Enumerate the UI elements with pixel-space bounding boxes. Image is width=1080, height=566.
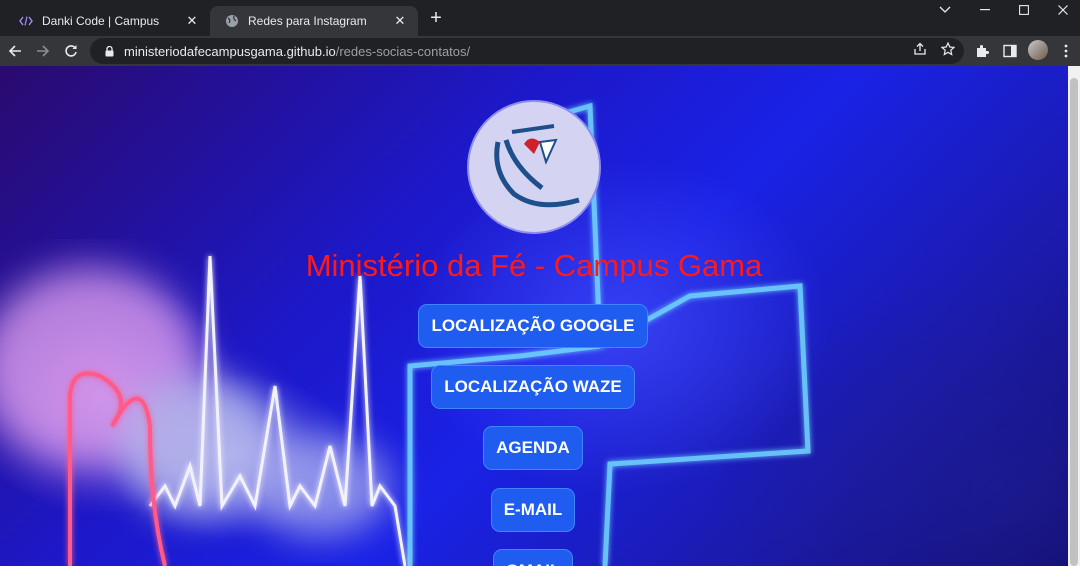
url-path: /redes-socias-contatos/ — [335, 43, 471, 59]
page-scrollbar[interactable] — [1068, 66, 1080, 566]
dove-logo-icon — [494, 124, 580, 208]
tab-redes-instagram[interactable]: Redes para Instagram ✕ — [210, 6, 418, 36]
page-viewport: Ministério da Fé - Campus Gama LOCALIZAÇ… — [0, 66, 1068, 566]
ministry-logo — [467, 100, 601, 234]
back-button[interactable] — [2, 38, 28, 64]
close-tab-icon[interactable]: ✕ — [184, 13, 200, 29]
tab-title: Danki Code | Campus — [42, 14, 160, 28]
new-tab-button[interactable]: + — [426, 8, 446, 29]
extensions-icon[interactable] — [974, 43, 990, 59]
scrollbar-thumb[interactable] — [1070, 78, 1078, 566]
gmail-button[interactable]: GMAIL — [493, 549, 573, 566]
tab-strip: Danki Code | Campus ✕ Redes para Instagr… — [0, 0, 1080, 36]
page-title: Ministério da Fé - Campus Gama — [305, 248, 763, 283]
globe-icon — [224, 13, 240, 29]
url-text: ministeriodafecampusgama.github.io/redes… — [124, 44, 470, 59]
browser-toolbar: ministeriodafecampusgama.github.io/redes… — [0, 36, 1080, 66]
close-tab-icon[interactable]: ✕ — [392, 13, 408, 29]
lock-icon — [102, 44, 116, 58]
profile-avatar[interactable] — [1028, 40, 1048, 60]
url-domain: ministeriodafecampusgama.github.io — [124, 43, 336, 59]
tab-search-icon[interactable] — [925, 0, 965, 20]
bookmark-star-icon[interactable] — [940, 41, 956, 57]
reload-button[interactable] — [58, 38, 84, 64]
forward-button[interactable] — [30, 38, 56, 64]
side-panel-icon[interactable] — [1002, 43, 1018, 59]
address-bar[interactable]: ministeriodafecampusgama.github.io/redes… — [90, 38, 964, 64]
forward-arrow-icon — [37, 45, 50, 57]
share-icon[interactable] — [912, 41, 928, 57]
close-window-icon[interactable] — [1043, 0, 1080, 20]
email-button[interactable]: E-MAIL — [491, 488, 575, 532]
reload-icon — [65, 45, 77, 57]
location-waze-button[interactable]: LOCALIZAÇÃO WAZE — [431, 365, 635, 409]
code-icon — [18, 13, 34, 29]
agenda-button[interactable]: AGENDA — [483, 426, 583, 470]
minimize-icon[interactable] — [965, 0, 1005, 20]
location-google-button[interactable]: LOCALIZAÇÃO GOOGLE — [418, 304, 648, 348]
maximize-icon[interactable] — [1004, 0, 1044, 20]
menu-kebab-icon[interactable] — [1058, 43, 1074, 59]
back-arrow-icon — [8, 45, 21, 57]
tab-danki-code[interactable]: Danki Code | Campus ✕ — [4, 6, 210, 36]
tab-title: Redes para Instagram — [248, 14, 367, 28]
